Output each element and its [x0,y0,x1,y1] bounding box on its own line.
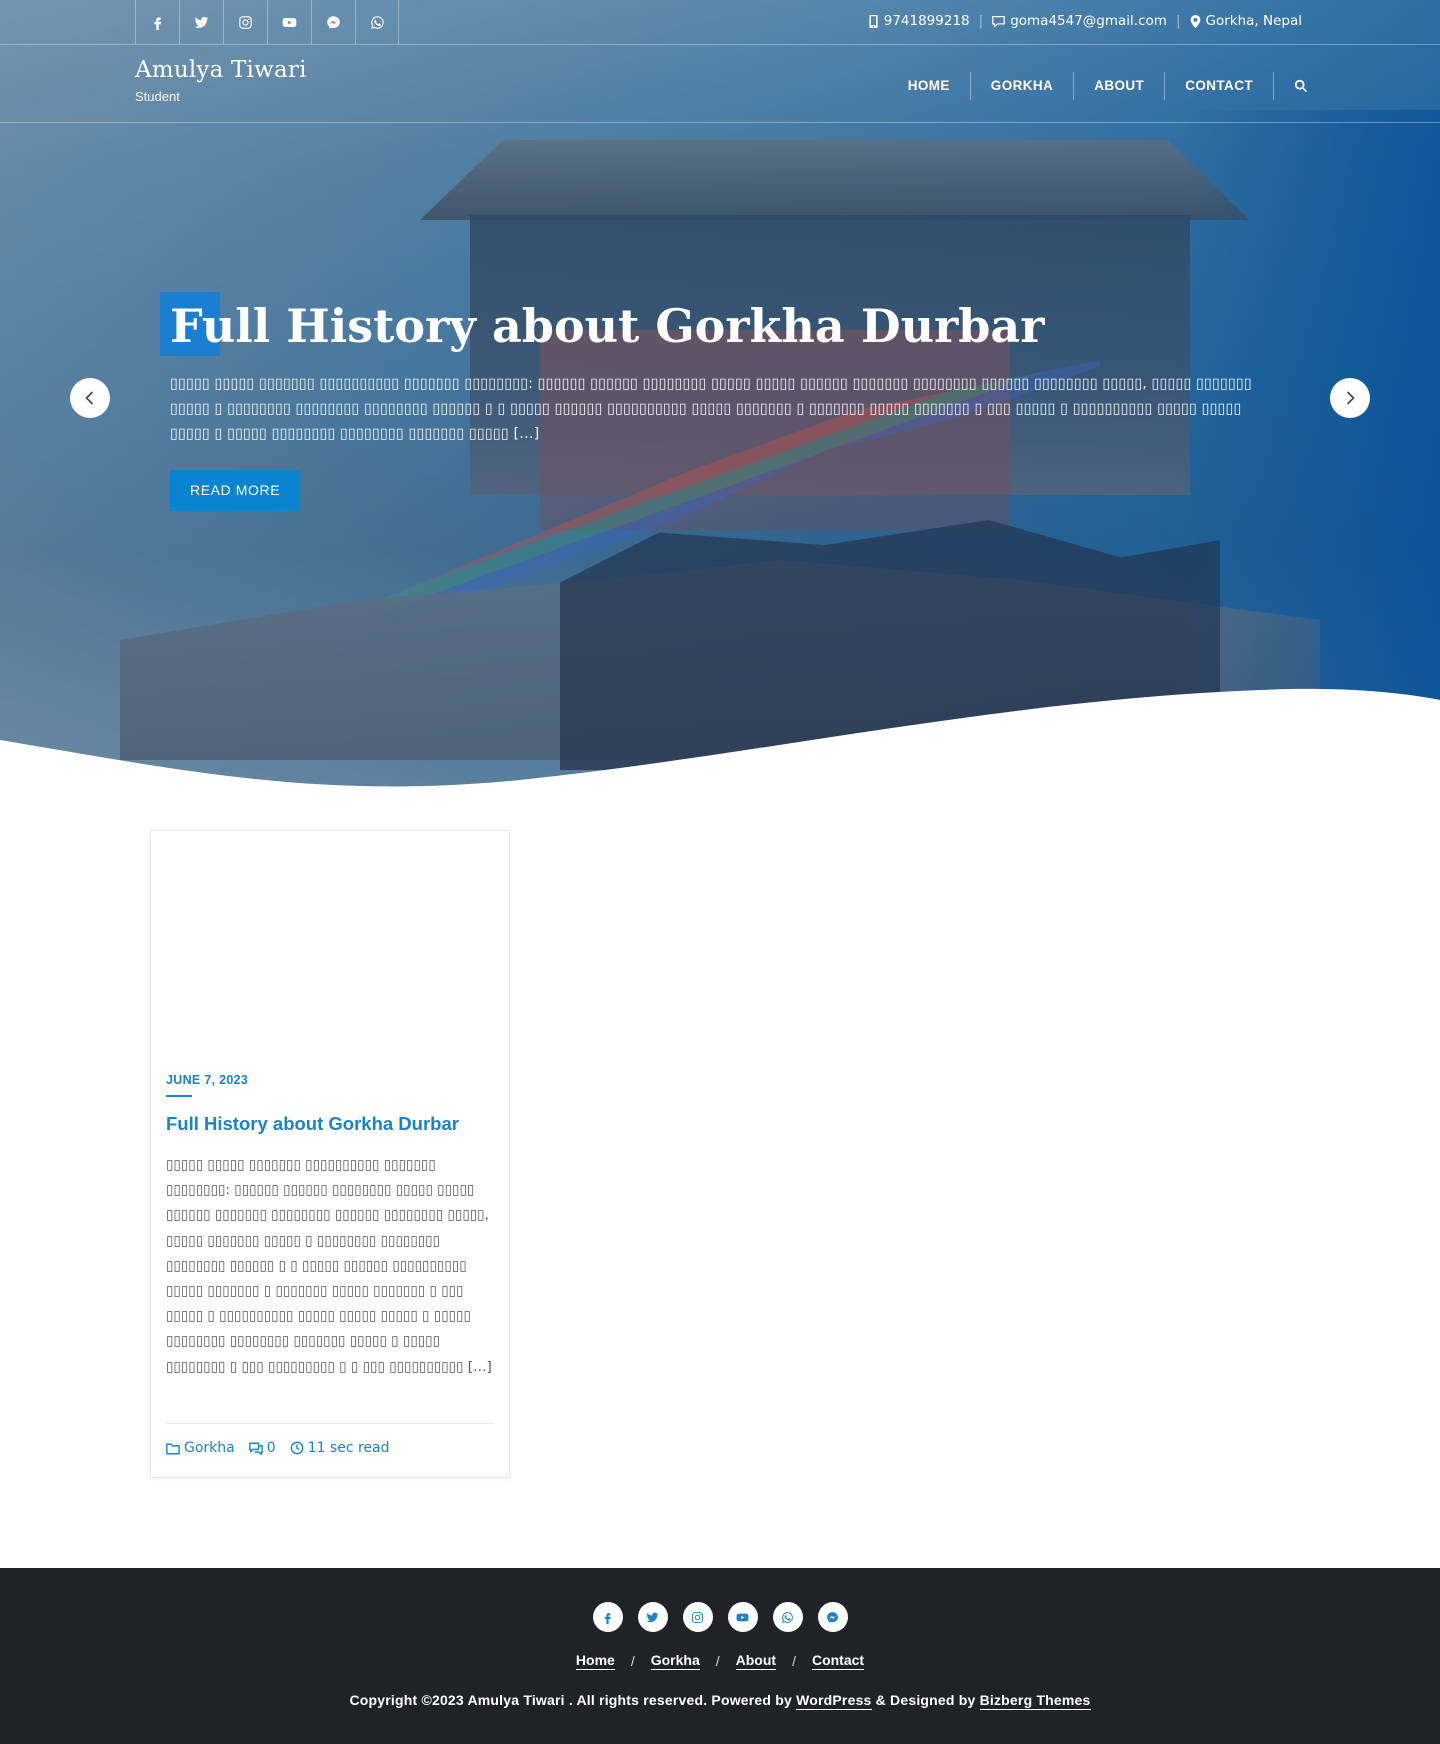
footer-social-links [0,1602,1440,1632]
site-branding: Amulya Tiwari Student [135,57,307,104]
slider-prev-button[interactable] [70,378,110,418]
search-icon[interactable] [1274,72,1308,100]
messenger-icon[interactable] [311,0,355,44]
post-comments[interactable]: 0 [248,1440,276,1456]
top-bar: 9741899218 | goma4547@gmail.com | Gorkha… [0,0,1440,45]
phone-info[interactable]: 9741899218 [868,13,970,29]
copyright-text: Copyright ©2023 Amulya Tiwari . All righ… [349,1692,797,1708]
comment-icon [992,15,1005,28]
post-date[interactable]: June 7, 2023 [166,1073,248,1091]
footer-navigation: Home / Gorkha / About / Contact [575,1652,865,1670]
whatsapp-icon[interactable] [355,0,399,44]
map-marker-icon [1190,14,1200,28]
location-text: Gorkha, Nepal [1205,13,1303,29]
site-tagline: Student [135,89,180,104]
chevron-right-icon [1346,391,1355,405]
post-thumbnail[interactable] [151,831,509,1071]
footer-copyright: Copyright ©2023 Amulya Tiwari . All righ… [0,1692,1440,1710]
nav-home[interactable]: Home [888,72,970,100]
bizberg-themes-link[interactable]: Bizberg Themes [979,1692,1091,1710]
nav-about[interactable]: About [1074,72,1164,100]
facebook-icon[interactable] [592,1602,623,1632]
top-contact-info: 9741899218 | goma4547@gmail.com | Gorkha… [868,13,1302,29]
footer-nav-about[interactable]: About [735,1652,777,1670]
footer-nav-gorkha[interactable]: Gorkha [650,1652,700,1670]
slide-caption: Full History about Gorkha Durbar ▯▯▯▯▯ ▯… [160,292,1260,511]
comment-count: 0 [266,1440,276,1456]
email-address: goma4547@gmail.com [1010,13,1167,29]
instagram-icon[interactable] [682,1602,713,1632]
slide-title-wrap: Full History about Gorkha Durbar [160,292,1260,360]
clock-icon [290,1441,304,1455]
whatsapp-icon[interactable] [772,1602,803,1632]
site-footer: Home / Gorkha / About / Contact Copyrigh… [0,1568,1440,1744]
site-header: Amulya Tiwari Student Home Gorkha About … [0,45,1440,123]
read-more-button[interactable]: Read More [170,470,301,511]
twitter-icon[interactable] [637,1602,668,1632]
post-meta: Gorkha 0 11 sec read [166,1423,494,1456]
comments-icon [248,1442,263,1455]
phone-number: 9741899218 [883,13,970,29]
footer-nav-home[interactable]: Home [575,1652,615,1670]
mobile-phone-icon [869,14,878,28]
youtube-icon[interactable] [267,0,311,44]
facebook-icon[interactable] [135,0,179,44]
post-title[interactable]: Full History about Gorkha Durbar [166,1113,494,1135]
slide-title[interactable]: Full History about Gorkha Durbar [170,299,1044,353]
category-label: Gorkha [184,1440,235,1456]
post-card: June 7, 2023 Full History about Gorkha D… [150,830,510,1478]
site-title[interactable]: Amulya Tiwari [135,57,307,83]
messenger-icon[interactable] [817,1602,848,1632]
slider-next-button[interactable] [1330,378,1370,418]
slide-excerpt: ▯▯▯▯▯ ▯▯▯▯▯ ▯▯▯▯▯▯▯ ▯▯▯▯▯▯▯▯▯▯ ▯▯▯▯▯▯▯ ▯… [170,376,1252,442]
location-info: Gorkha, Nepal [1190,13,1303,29]
nav-contact[interactable]: Contact [1165,72,1273,100]
designed-by-text: & Designed by [871,1692,980,1708]
footer-nav-contact[interactable]: Contact [811,1652,865,1670]
instagram-icon[interactable] [223,0,267,44]
read-time-label: 11 sec read [307,1440,390,1456]
chevron-left-icon [85,391,94,405]
main-navigation: Home Gorkha About Contact [888,72,1308,100]
youtube-icon[interactable] [727,1602,758,1632]
nav-gorkha[interactable]: Gorkha [971,72,1073,100]
post-excerpt: ▯▯▯▯▯ ▯▯▯▯▯ ▯▯▯▯▯▯▯ ▯▯▯▯▯▯▯▯▯▯ ▯▯▯▯▯▯▯ ▯… [166,1157,492,1375]
post-category[interactable]: Gorkha [166,1440,235,1456]
date-underline [166,1095,192,1097]
twitter-icon[interactable] [179,0,223,44]
top-social-links [135,0,399,44]
post-read-time: 11 sec read [290,1440,390,1456]
email-info[interactable]: goma4547@gmail.com [992,13,1167,29]
folder-icon [166,1442,180,1454]
wordpress-link[interactable]: WordPress [796,1692,872,1710]
hero-wave-divider [0,688,1440,790]
